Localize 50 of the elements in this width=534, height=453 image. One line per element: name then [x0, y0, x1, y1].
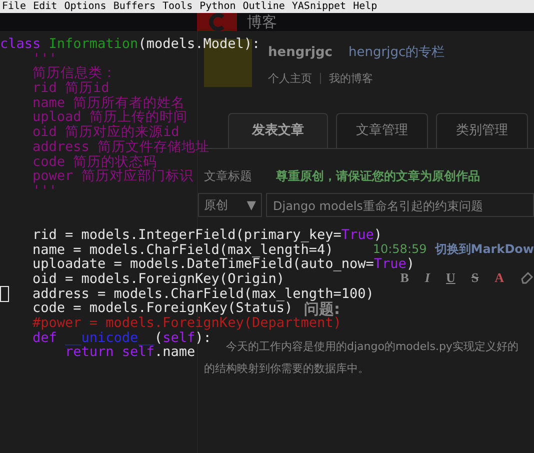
code-line: oid = models.ForeignKey(Origin) [32, 272, 284, 287]
autosave-time: 10:58:59 [372, 241, 427, 258]
column-link[interactable]: hengrjgc的专栏 [348, 43, 445, 62]
code-line: name = models.CharField(max_length=4) [32, 242, 334, 258]
format-button[interactable]: A [494, 268, 504, 287]
menu-item[interactable]: Tools [162, 1, 193, 12]
menu-item[interactable]: File [2, 1, 26, 12]
menu-item[interactable]: Options [64, 1, 106, 12]
notice-text: 尊重原创，请保证您的文章为原创作品 [276, 168, 480, 184]
profile-link[interactable]: 我的博客 [329, 70, 373, 87]
site-title: 博客 [247, 13, 277, 31]
code-line: rid 简历id [32, 81, 110, 96]
menu-item[interactable]: Outline [242, 1, 285, 12]
tab[interactable]: 类别管理 [436, 113, 528, 148]
menu-item[interactable]: YASnippet [292, 1, 346, 12]
menu-item[interactable]: Python [200, 1, 236, 12]
author-name: hengrjgc [268, 44, 333, 62]
format-button[interactable]: U [446, 268, 456, 287]
paragraph-line: 今天的工作内容是使用的django的models.py实现定义好的 [225, 338, 520, 354]
code-line: ''' [32, 184, 57, 199]
tab[interactable]: 发表文章 [228, 113, 328, 148]
code-line: code 简历的状态码 [32, 154, 158, 170]
code-line: ''' [32, 52, 57, 66]
profile-link[interactable]: 个人主页 [268, 70, 312, 87]
section-heading: 问题: [304, 300, 340, 318]
code-line: address = models.CharField(max_length=100) [32, 286, 374, 302]
title-input[interactable]: Django models重命名引起的约束问题 [266, 192, 534, 216]
format-button[interactable]: S [471, 268, 479, 287]
code-line: oid 简历对应的来源id [32, 125, 180, 140]
eraser-icon[interactable] [520, 270, 534, 284]
menu-item[interactable]: Help [353, 1, 378, 12]
format-button[interactable]: I [424, 268, 430, 287]
code-line: 简历信息类： [32, 66, 116, 82]
tab[interactable]: 文章管理 [336, 113, 428, 148]
type-select[interactable]: 原创 ▼ [198, 192, 262, 216]
menu-item[interactable]: Edit [33, 1, 58, 12]
menu-item[interactable]: Buffers [113, 1, 156, 12]
code-line: rid = models.IntegerField(primary_key=True) [32, 228, 382, 243]
code-line: return self.name [65, 345, 196, 360]
code-line: class Information(models.Model): [0, 37, 260, 52]
code-line: upload 简历上传的时间 [32, 110, 188, 126]
code-line: code = models.ForeignKey(Status) [32, 301, 293, 316]
code-line: #power = models.ForeignKey(Department) [32, 316, 342, 331]
code-line: address 简历文件存储地址 [32, 140, 210, 155]
paragraph-line: 的结构映射到你需要的数据库中。 [204, 361, 370, 377]
code-line: name 简历所有者的姓名 [32, 96, 186, 110]
code-line: def __unicode__(self): [32, 330, 212, 346]
field-label: 文章标题 [204, 168, 252, 184]
markdown-link[interactable]: 切换到MarkDow [434, 240, 534, 258]
code-line: power 简历对应部门标识 [32, 169, 194, 184]
